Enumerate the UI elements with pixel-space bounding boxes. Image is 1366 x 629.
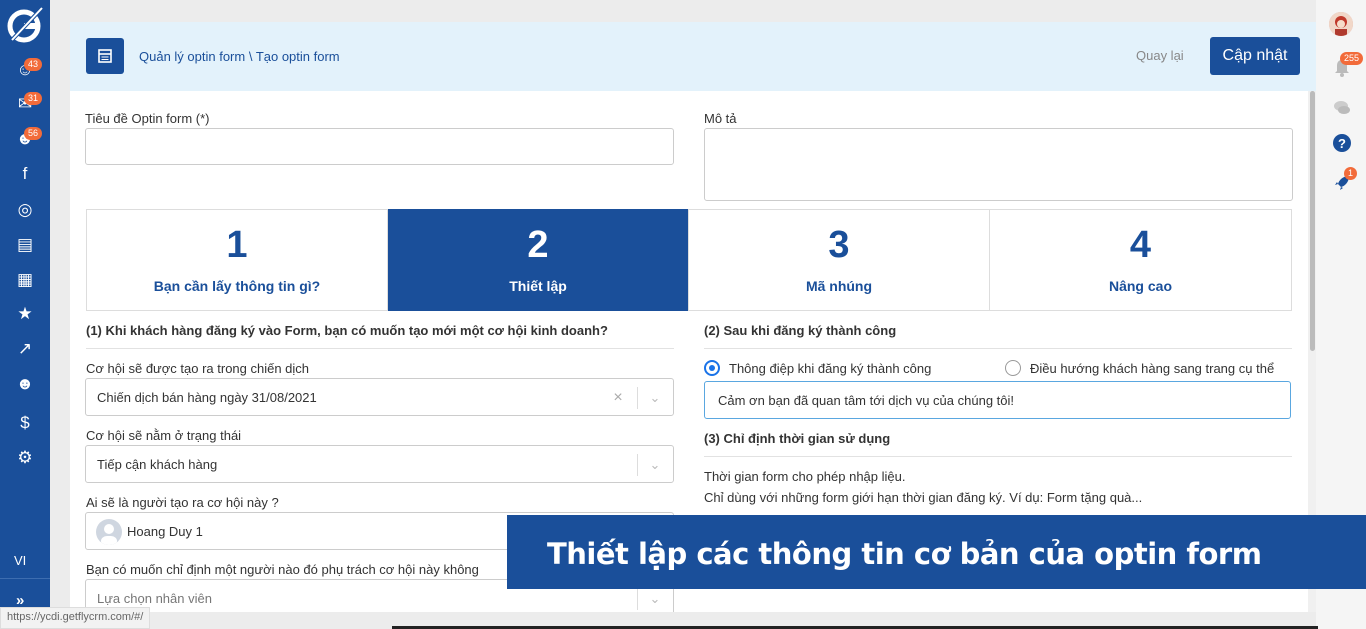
page-header: Quản lý optin form \ Tạo optin form Quay… xyxy=(70,22,1316,91)
description-label: Mô tả xyxy=(704,111,737,126)
section-divider xyxy=(704,348,1292,349)
select-separator xyxy=(637,454,638,476)
sidebar-badge: 43 xyxy=(24,58,43,71)
sidebar-badge: 56 xyxy=(24,127,43,140)
creator-value: Hoang Duy 1 xyxy=(127,524,203,539)
cubes-icon[interactable]: ▦ xyxy=(14,270,36,290)
left-sidebar: ☺ 43 ✉ 31 ☻ 56 f ◎ ▤ ▦ ★ ↗ ☻ $ ⚙ VI » xyxy=(0,0,50,629)
time-section-title: (3) Chỉ định thời gian sử dụng xyxy=(704,431,891,446)
sidebar-badge: 31 xyxy=(24,92,43,105)
success-section-title: (2) Sau khi đăng ký thành công xyxy=(704,323,897,338)
step-number: 2 xyxy=(527,224,549,266)
step-number: 4 xyxy=(1129,224,1152,266)
update-button[interactable]: Cập nhật xyxy=(1210,37,1300,75)
title-input[interactable] xyxy=(85,128,674,165)
success-message-input[interactable]: Cảm ơn bạn đã quan tâm tới dịch vụ của c… xyxy=(704,381,1291,419)
success-message-value: Cảm ơn bạn đã quan tâm tới dịch vụ của c… xyxy=(718,393,1014,408)
getfly-logo[interactable] xyxy=(4,4,46,46)
gear-icon[interactable]: ⚙ xyxy=(14,448,36,468)
time-description-2: Chỉ dùng với những form giới hạn thời gi… xyxy=(704,490,1143,505)
star-icon[interactable]: ★ xyxy=(14,304,36,324)
status-url: https://ycdi.getflycrm.com/#/ xyxy=(0,607,151,629)
form-icon xyxy=(86,38,124,74)
person-icon[interactable]: ☻ xyxy=(14,374,36,394)
clear-icon[interactable]: × xyxy=(609,387,627,409)
facebook-icon[interactable]: f xyxy=(14,164,36,184)
dollar-icon[interactable]: $ xyxy=(14,413,36,433)
status-select[interactable]: Tiếp cận khách hàng ⌄ xyxy=(85,445,674,483)
breadcrumb[interactable]: Quản lý optin form \ Tạo optin form xyxy=(139,49,340,64)
campaign-select[interactable]: Chiến dịch bán hàng ngày 31/08/2021 × ⌄ xyxy=(85,378,674,416)
chevron-down-icon[interactable]: ⌄ xyxy=(644,454,666,476)
chat-icon[interactable] xyxy=(1331,98,1353,120)
user-avatar[interactable] xyxy=(1329,12,1353,36)
step-3-tab[interactable]: 3 Mã nhúng xyxy=(688,209,990,311)
campaign-label: Cơ hội sẽ được tạo ra trong chiến dịch xyxy=(86,361,310,376)
step-label: Thiết lập xyxy=(509,278,567,294)
step-label: Nâng cao xyxy=(1108,278,1172,294)
section-divider xyxy=(704,456,1292,457)
scrollbar-thumb[interactable] xyxy=(1310,91,1315,351)
chevron-down-icon[interactable]: ⌄ xyxy=(644,387,666,409)
chevron-down-icon[interactable]: ⌄ xyxy=(644,588,666,610)
section-divider xyxy=(86,348,674,349)
back-link[interactable]: Quay lại xyxy=(1136,48,1184,63)
time-description-1: Thời gian form cho phép nhập liệu. xyxy=(704,469,906,484)
opportunity-section-title: (1) Khi khách hàng đăng ký vào Form, bạn… xyxy=(86,323,608,338)
redirect-radio[interactable] xyxy=(1005,360,1021,376)
step-number: 3 xyxy=(828,224,850,266)
caption-banner: Thiết lập các thông tin cơ bản của optin… xyxy=(507,515,1366,589)
step-number: 1 xyxy=(226,224,248,266)
creator-label: Ai sẽ là người tạo ra cơ hội này ? xyxy=(86,495,279,510)
rocket-badge: 1 xyxy=(1344,167,1358,180)
step-label: Bạn cần lấy thông tin gì? xyxy=(153,278,321,294)
help-icon[interactable]: ? xyxy=(1331,133,1353,155)
assignee-label: Bạn có muốn chỉ định một người nào đó ph… xyxy=(86,562,479,577)
title-label: Tiêu đề Optin form (*) xyxy=(85,111,210,126)
svg-text:?: ? xyxy=(1338,136,1346,151)
select-separator xyxy=(637,387,638,409)
step-label: Mã nhúng xyxy=(805,278,873,294)
assignee-placeholder: Lựa chọn nhân viên xyxy=(97,591,212,606)
sidebar-divider xyxy=(0,578,50,579)
target-icon[interactable]: ◎ xyxy=(14,200,36,220)
user-avatar xyxy=(96,519,122,545)
description-textarea[interactable] xyxy=(704,128,1293,201)
status-label: Cơ hội sẽ nằm ở trạng thái xyxy=(86,428,242,443)
status-value: Tiếp cận khách hàng xyxy=(97,457,218,472)
chart-icon[interactable]: ↗ xyxy=(14,339,36,359)
select-separator xyxy=(637,588,638,610)
step-2-tab[interactable]: 2 Thiết lập xyxy=(388,209,688,311)
message-radio[interactable] xyxy=(704,360,720,376)
step-4-tab[interactable]: 4 Nâng cao xyxy=(989,209,1292,311)
redirect-option-label[interactable]: Điều hướng khách hàng sang trang cụ thể xyxy=(1030,361,1274,376)
language-selector[interactable]: VI xyxy=(14,553,26,568)
notification-badge: 255 xyxy=(1340,52,1364,65)
step-1-tab[interactable]: 1 Bạn cần lấy thông tin gì? xyxy=(86,209,388,311)
campaign-value: Chiến dịch bán hàng ngày 31/08/2021 xyxy=(97,390,317,405)
message-option-label[interactable]: Thông điệp khi đăng ký thành công xyxy=(729,361,931,376)
caption-text: Thiết lập các thông tin cơ bản của optin… xyxy=(547,537,1262,571)
cart-icon[interactable]: ▤ xyxy=(14,235,36,255)
